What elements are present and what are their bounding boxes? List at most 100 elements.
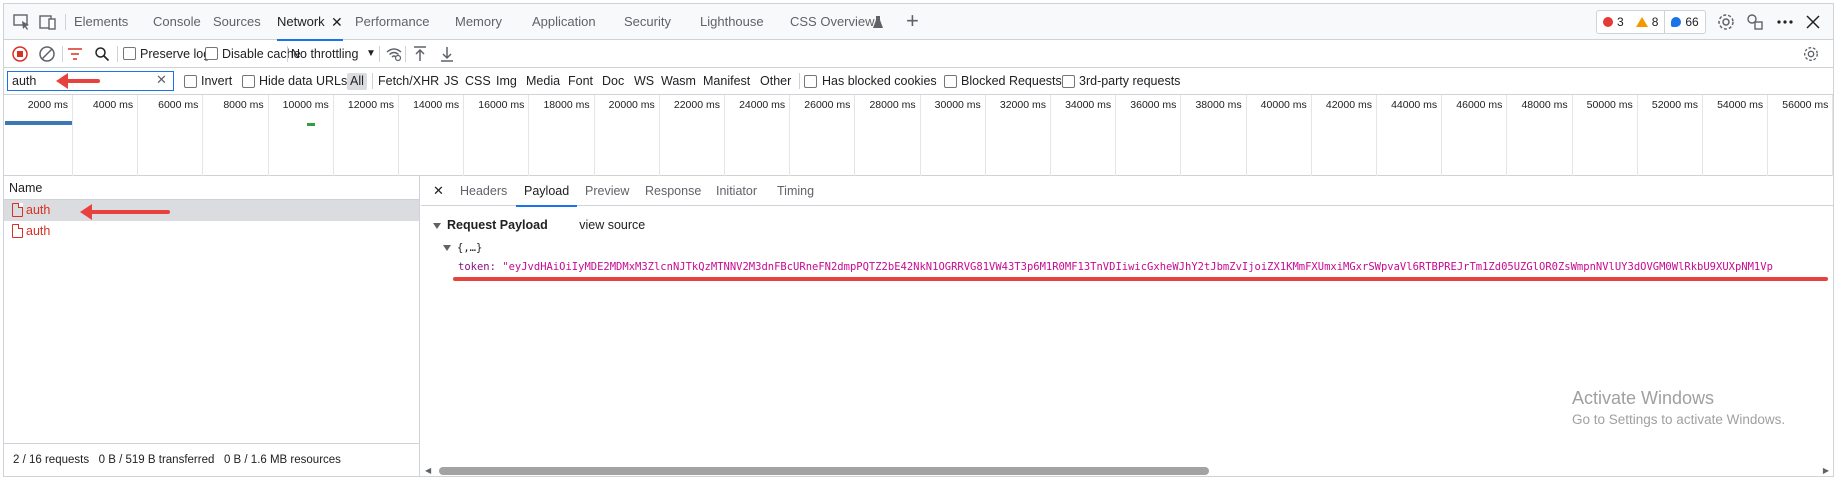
preserve-log-label[interactable]: Preserve log bbox=[140, 40, 210, 68]
timeline-gridline bbox=[1310, 95, 1312, 176]
blocked-requests-label[interactable]: Blocked Requests bbox=[961, 68, 1062, 95]
filter-type-doc[interactable]: Doc bbox=[602, 68, 624, 95]
has-blocked-cookies-label[interactable]: Has blocked cookies bbox=[822, 68, 937, 95]
horizontal-scrollbar[interactable]: ◀ ▶ bbox=[425, 466, 1829, 475]
timeline-gridline bbox=[1636, 95, 1638, 176]
hide-data-urls-label[interactable]: Hide data URLs bbox=[259, 68, 347, 95]
warning-counter[interactable]: 8 bbox=[1630, 11, 1665, 33]
invert-checkbox[interactable] bbox=[184, 75, 197, 88]
third-party-label[interactable]: 3rd-party requests bbox=[1079, 68, 1180, 95]
hide-data-urls-checkbox[interactable] bbox=[242, 75, 255, 88]
filter-type-wasm[interactable]: Wasm bbox=[661, 68, 696, 95]
close-tab-icon[interactable]: ✕ bbox=[331, 4, 343, 40]
tab-initiator[interactable]: Initiator bbox=[716, 176, 757, 206]
filter-icon[interactable] bbox=[67, 46, 83, 65]
filter-type-media[interactable]: Media bbox=[526, 68, 560, 95]
third-party-checkbox[interactable] bbox=[1062, 75, 1075, 88]
tab-css-overview[interactable]: CSS Overview bbox=[790, 4, 875, 40]
divider bbox=[405, 46, 406, 62]
more-tabs-plus-icon[interactable]: + bbox=[906, 8, 919, 34]
timeline-overview[interactable]: 2000 ms 4000 ms 6000 ms 8000 ms 10000 ms 1200… bbox=[4, 95, 1834, 176]
tab-network[interactable]: Network bbox=[277, 4, 343, 41]
export-har-icon[interactable] bbox=[439, 45, 455, 66]
request-row[interactable]: auth bbox=[4, 221, 419, 242]
error-counter[interactable]: 3 bbox=[1597, 11, 1630, 33]
throttling-select[interactable]: No throttling bbox=[291, 40, 358, 68]
more-options-icon[interactable] bbox=[1775, 12, 1795, 32]
scrollbar-thumb[interactable] bbox=[439, 467, 1209, 475]
timeline-tick-label: 20000 ms bbox=[608, 99, 655, 111]
tab-security[interactable]: Security bbox=[624, 4, 671, 40]
tab-preview[interactable]: Preview bbox=[585, 176, 629, 206]
chevron-down-icon[interactable]: ▼ bbox=[366, 40, 376, 68]
message-counter[interactable]: 66 bbox=[1665, 11, 1704, 33]
invert-label[interactable]: Invert bbox=[201, 68, 232, 95]
inspect-element-icon[interactable] bbox=[12, 12, 32, 32]
timeline-gridline bbox=[398, 95, 399, 176]
filter-type-other[interactable]: Other bbox=[760, 68, 791, 95]
tab-sources[interactable]: Sources bbox=[213, 4, 261, 40]
search-icon[interactable] bbox=[94, 46, 110, 65]
clear-filter-icon[interactable]: ✕ bbox=[156, 72, 167, 88]
timeline-tick-label: 24000 ms bbox=[739, 99, 786, 111]
divider bbox=[65, 14, 66, 30]
request-payload-section[interactable]: Request Payload view source bbox=[433, 218, 645, 232]
close-details-icon[interactable]: ✕ bbox=[433, 176, 444, 206]
filter-type-font[interactable]: Font bbox=[568, 68, 593, 95]
blocked-requests-checkbox[interactable] bbox=[944, 75, 957, 88]
filter-type-manifest[interactable]: Manifest bbox=[703, 68, 750, 95]
timeline-tick-label: 18000 ms bbox=[543, 99, 590, 111]
tab-memory[interactable]: Memory bbox=[455, 4, 502, 40]
timeline-gridline bbox=[72, 95, 73, 176]
filter-type-all[interactable]: All bbox=[347, 73, 367, 90]
issue-counters[interactable]: 3 8 66 bbox=[1596, 10, 1706, 34]
devtools-window: Elements Console Sources Network ✕ Perfo… bbox=[3, 3, 1834, 477]
request-row[interactable]: auth bbox=[4, 200, 419, 221]
request-name: auth bbox=[26, 224, 51, 238]
divider bbox=[379, 46, 380, 62]
scroll-left-icon[interactable]: ◀ bbox=[425, 466, 431, 475]
view-source-link[interactable]: view source bbox=[579, 218, 645, 232]
timeline-request-bar bbox=[307, 123, 315, 126]
scroll-right-icon[interactable]: ▶ bbox=[1823, 466, 1829, 475]
tab-application[interactable]: Application bbox=[532, 4, 596, 40]
filter-type-js[interactable]: JS bbox=[444, 68, 459, 95]
network-conditions-icon[interactable] bbox=[385, 46, 403, 65]
tab-response[interactable]: Response bbox=[645, 176, 701, 206]
settings-gear-icon[interactable] bbox=[1716, 12, 1736, 32]
token-property[interactable]: token: "eyJvdHAiOiIyMDE2MDMxM3ZlcnNJTkQz… bbox=[458, 261, 1830, 273]
error-count: 3 bbox=[1617, 15, 1624, 29]
filter-type-css[interactable]: CSS bbox=[465, 68, 491, 95]
timeline-gridline bbox=[1050, 95, 1051, 176]
filter-bar: ✕ Invert Hide data URLs All Fetch/XHR JS… bbox=[4, 68, 1833, 95]
filter-type-img[interactable]: Img bbox=[496, 68, 517, 95]
name-column-header[interactable]: Name bbox=[4, 176, 419, 200]
tab-timing[interactable]: Timing bbox=[777, 176, 814, 206]
tab-elements[interactable]: Elements bbox=[74, 4, 128, 40]
timeline-tick-label: 46000 ms bbox=[1456, 99, 1503, 111]
clear-log-icon[interactable] bbox=[39, 46, 55, 65]
disable-cache-checkbox[interactable] bbox=[205, 47, 218, 60]
network-settings-gear-icon[interactable] bbox=[1802, 45, 1820, 66]
disable-cache-label[interactable]: Disable cache bbox=[222, 40, 301, 68]
timeline-tick-label: 54000 ms bbox=[1717, 99, 1764, 111]
device-toolbar-icon[interactable] bbox=[38, 12, 58, 32]
filter-type-fetch-xhr[interactable]: Fetch/XHR bbox=[378, 68, 439, 95]
close-devtools-icon[interactable] bbox=[1803, 12, 1823, 32]
payload-object[interactable]: {,…} bbox=[443, 242, 482, 254]
customize-icon[interactable] bbox=[1745, 12, 1765, 32]
has-blocked-cookies-checkbox[interactable] bbox=[804, 75, 817, 88]
request-details-pane: ✕ Headers Payload Preview Response Initi… bbox=[421, 176, 1833, 477]
tab-headers[interactable]: Headers bbox=[460, 176, 507, 206]
timeline-gridline bbox=[1832, 95, 1834, 176]
timeline-tick-label: 48000 ms bbox=[1521, 99, 1568, 111]
object-summary: {,…} bbox=[457, 242, 483, 254]
tab-performance[interactable]: Performance bbox=[355, 4, 429, 40]
filter-type-ws[interactable]: WS bbox=[634, 68, 654, 95]
tab-lighthouse[interactable]: Lighthouse bbox=[700, 4, 764, 40]
import-har-icon[interactable] bbox=[412, 45, 428, 66]
tab-payload[interactable]: Payload bbox=[515, 176, 578, 207]
stop-recording-icon[interactable] bbox=[12, 46, 28, 65]
preserve-log-checkbox[interactable] bbox=[123, 47, 136, 60]
tab-console[interactable]: Console bbox=[153, 4, 201, 40]
